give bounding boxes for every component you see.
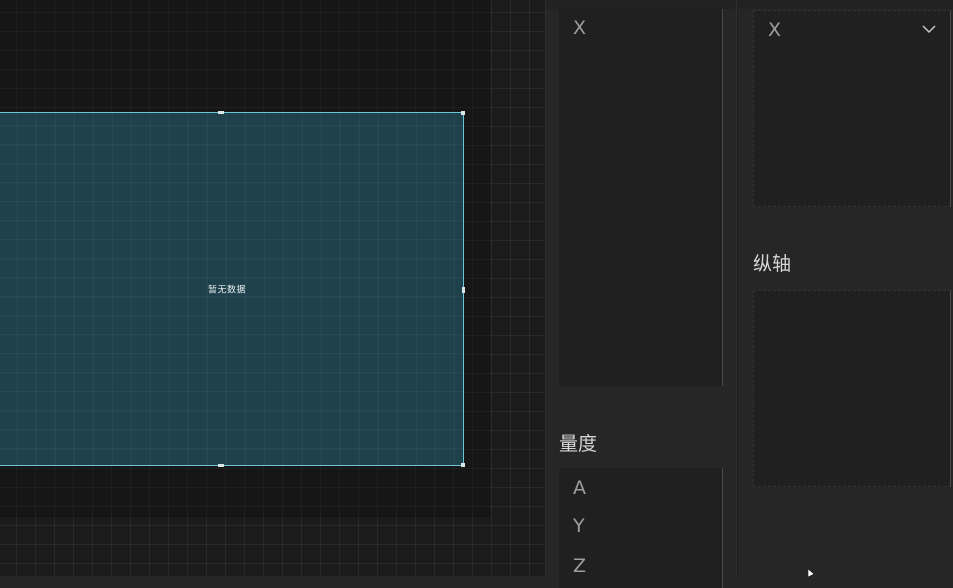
field-item-z[interactable]: Z	[573, 557, 586, 576]
axis-panel: X 纵轴	[737, 0, 953, 576]
y-axis-section-label: 纵轴	[753, 253, 792, 275]
empty-data-message: 暂无数据	[207, 285, 247, 296]
panel-top-strip	[738, 0, 953, 9]
field-panel: X 量度 A Y Z	[545, 0, 737, 588]
y-axis-dropzone[interactable]	[753, 290, 951, 487]
field-item-x[interactable]: X	[573, 19, 586, 38]
x-axis-dropzone[interactable]: X	[753, 10, 951, 207]
measure-section-label: 量度	[559, 433, 598, 455]
chevron-down-icon[interactable]	[922, 23, 936, 35]
resize-handle-top-right[interactable]	[461, 111, 465, 115]
design-canvas[interactable]: 暂无数据	[0, 0, 545, 576]
resize-handle-right[interactable]	[462, 287, 465, 293]
field-item-y[interactable]: Y	[573, 517, 585, 536]
resize-handle-top[interactable]	[218, 111, 224, 114]
dimension-field-list[interactable]: X	[559, 9, 723, 386]
chart-widget[interactable]: 暂无数据	[0, 111, 465, 467]
measure-field-list[interactable]: A Y Z	[559, 468, 723, 588]
screen-frame: 暂无数据	[0, 0, 489, 516]
field-item-a[interactable]: A	[573, 479, 586, 498]
panel-top-strip	[546, 0, 737, 9]
resize-handle-bottom-right[interactable]	[461, 463, 465, 467]
x-axis-field[interactable]: X	[768, 21, 781, 40]
resize-handle-bottom[interactable]	[218, 464, 224, 467]
